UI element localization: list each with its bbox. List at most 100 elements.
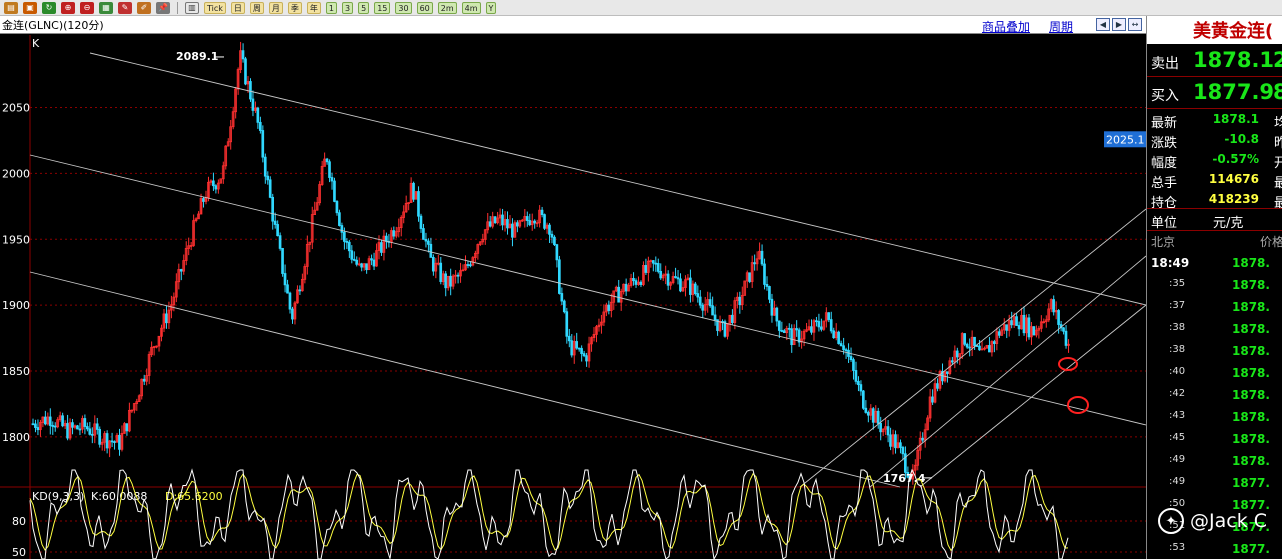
- grid-icon[interactable]: ▦: [99, 1, 113, 14]
- minute-tab-5[interactable]: 60: [416, 1, 433, 14]
- tick-time: :53: [1169, 542, 1186, 553]
- candle-body: [839, 343, 843, 347]
- candle-body: [31, 423, 35, 426]
- tick-header-left: 北京: [1151, 235, 1176, 249]
- tick-row[interactable]: :45 1878.: [1147, 428, 1282, 450]
- stat-row: 幅度 -0.57% 开: [1147, 150, 1282, 170]
- tick-time: :38: [1169, 344, 1186, 355]
- candle-body: [997, 331, 1001, 336]
- pin-icon[interactable]: 📌: [156, 1, 170, 14]
- candle-body: [790, 328, 794, 346]
- zoom-out-icon[interactable]: ⊖: [80, 1, 94, 14]
- minute-tab-0[interactable]: 1: [325, 1, 337, 14]
- period-tab-0[interactable]: Tick: [204, 1, 226, 14]
- tick-row[interactable]: :53 1877.: [1147, 538, 1282, 559]
- tick-time: 18:49: [1151, 256, 1190, 270]
- tick-row[interactable]: :49 1877.: [1147, 472, 1282, 494]
- pen-icon[interactable]: ✎: [118, 1, 132, 14]
- candle-body: [738, 296, 742, 306]
- candle-body: [439, 262, 443, 282]
- candle-body: [871, 408, 875, 423]
- tick-row[interactable]: :43 1878.: [1147, 406, 1282, 428]
- candle-body: [286, 284, 289, 294]
- candle-body: [698, 296, 702, 306]
- period-tab-4[interactable]: 季: [287, 1, 302, 14]
- candle-body: [567, 335, 571, 342]
- candle-body: [392, 230, 396, 237]
- minute-tab-2[interactable]: 5: [358, 1, 370, 14]
- tick-row[interactable]: :38 1878.: [1147, 318, 1282, 340]
- tick-row[interactable]: :38 1878.: [1147, 340, 1282, 362]
- period-tab-2[interactable]: 周: [249, 1, 264, 14]
- tick-price: 1878.: [1232, 410, 1270, 424]
- tick-price: 1878.: [1232, 454, 1270, 468]
- candle-body: [241, 50, 245, 60]
- candle-body: [770, 298, 774, 316]
- candle-body: [889, 434, 892, 447]
- candle-body: [701, 304, 705, 311]
- nav-right-icon[interactable]: ▶: [1112, 18, 1126, 31]
- nav-left-icon[interactable]: ◀: [1096, 18, 1110, 31]
- list-icon[interactable]: ▥: [185, 1, 199, 14]
- tick-row[interactable]: :49 1878.: [1147, 450, 1282, 472]
- candle-body: [886, 426, 890, 436]
- candle-body: [950, 360, 954, 363]
- low-annotation: 1767.4: [883, 472, 926, 485]
- stat-label: 涨跌: [1151, 136, 1178, 150]
- candle-body: [113, 441, 116, 443]
- candle-body: [422, 228, 425, 240]
- y-tick-label: 1900: [2, 299, 30, 312]
- chart-area[interactable]: 2050 2000 1950 1900 1850 1800 K 2089.1 1767.4 202…: [0, 35, 1146, 559]
- candle-body: [558, 259, 561, 294]
- candle-body: [748, 272, 751, 282]
- minute-tab-4[interactable]: 30: [395, 1, 412, 14]
- candle-body: [380, 242, 383, 253]
- period-link[interactable]: 周期: [1049, 18, 1073, 35]
- candle-body: [852, 359, 855, 371]
- tick-row[interactable]: 18:49 1878.: [1147, 252, 1282, 274]
- candle-body: [819, 326, 823, 330]
- stat-row: 持仓 418239 最: [1147, 190, 1282, 210]
- watermark-text: @Jack C: [1190, 510, 1268, 532]
- tick-row[interactable]: :35 1878.: [1147, 274, 1282, 296]
- period-tab-3[interactable]: 月: [268, 1, 283, 14]
- candle-body: [795, 328, 798, 331]
- sell-row: 卖出 1878.1 2: [1147, 46, 1282, 76]
- zoom-in-icon[interactable]: ⊕: [61, 1, 75, 14]
- minute-tab-7[interactable]: 4m: [461, 1, 481, 14]
- overlay-link[interactable]: 商品叠加: [982, 18, 1030, 35]
- candle-body: [516, 222, 519, 227]
- nav-expand-icon[interactable]: ↔: [1128, 18, 1142, 31]
- minute-tab-6[interactable]: 2m: [437, 1, 457, 14]
- period-tab-1[interactable]: 日: [230, 1, 245, 14]
- candle-body: [71, 422, 74, 428]
- minute-tab-1[interactable]: 3: [342, 1, 354, 14]
- tick-row[interactable]: :42 1878.: [1147, 384, 1282, 406]
- open-folder-icon[interactable]: ▣: [23, 1, 37, 14]
- candle-body: [693, 283, 697, 294]
- candle-body: [899, 442, 902, 448]
- tick-row[interactable]: :40 1878.: [1147, 362, 1282, 384]
- minute-tab-3[interactable]: 15: [374, 1, 391, 14]
- file-icon[interactable]: ▤: [4, 1, 18, 14]
- tick-row[interactable]: :37 1878.: [1147, 296, 1282, 318]
- candle-body: [553, 236, 556, 246]
- candle-body: [713, 314, 717, 321]
- minute-tab-8[interactable]: Y: [485, 1, 497, 14]
- candle-body: [1005, 324, 1009, 331]
- candle-body: [466, 264, 470, 266]
- candle-body: [1022, 314, 1026, 334]
- candle-body: [955, 350, 959, 358]
- stat-label: 幅度: [1151, 156, 1178, 170]
- candle-body: [244, 58, 247, 85]
- brush-icon[interactable]: ✐: [137, 1, 151, 14]
- tick-price: 1878.: [1232, 322, 1270, 336]
- stat-row: 涨跌 -10.8 昨: [1147, 130, 1282, 150]
- refresh-icon[interactable]: ↻: [42, 1, 56, 14]
- divider: [1147, 208, 1282, 209]
- period-tab-5[interactable]: 年: [306, 1, 321, 14]
- candle-body: [419, 215, 423, 229]
- buy-price: 1877.9: [1193, 80, 1275, 104]
- candle-body: [325, 158, 329, 163]
- candle-body: [417, 191, 420, 217]
